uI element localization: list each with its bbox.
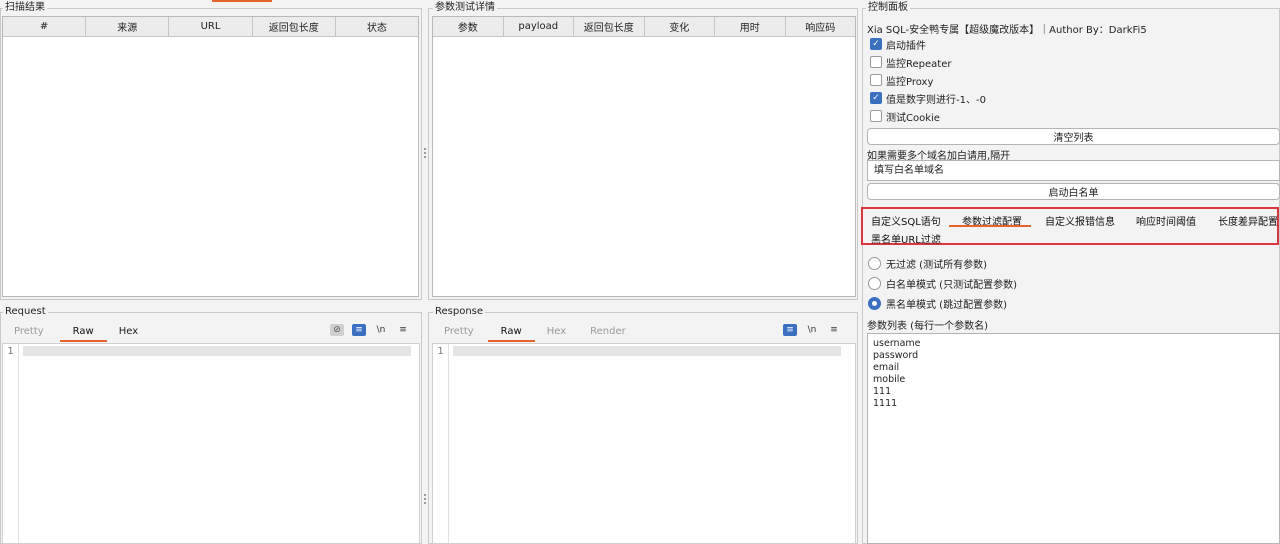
config-tab-url-blacklist[interactable]: 黑名单URL过滤 (871, 231, 941, 246)
checkbox-monitor-proxy[interactable]: 监控Proxy (870, 73, 934, 88)
vertical-splitter[interactable] (423, 8, 427, 544)
response-tabs: Pretty Raw Hex Render (432, 322, 638, 342)
control-panel-title: 控制面板 (866, 2, 910, 14)
column-header[interactable]: 响应码 (786, 17, 856, 36)
line-number: 1 (433, 344, 449, 543)
tab-pretty[interactable]: Pretty (2, 324, 56, 342)
param-details-header: 参数 payload 返回包长度 变化 用时 响应码 (433, 17, 855, 37)
param-line: email (873, 362, 900, 373)
radio-no-filter[interactable]: 无过滤 (测试所有参数) (868, 256, 987, 271)
checkbox-enable-plugin[interactable]: ✓ 启动插件 (870, 37, 926, 52)
scan-results-title: 扫描结果 (3, 2, 47, 14)
tab-pretty[interactable]: Pretty (432, 324, 486, 342)
radio-label: 白名单模式 (只测试配置参数) (886, 279, 1017, 291)
column-header[interactable]: 返回包长度 (253, 17, 336, 36)
whitelist-domain-input[interactable]: 填写白名单域名 (867, 160, 1280, 181)
column-header[interactable]: 返回包长度 (574, 17, 645, 36)
clear-list-button[interactable]: 清空列表 (867, 128, 1280, 145)
wrap-icon[interactable]: ≡ (352, 324, 366, 336)
response-title: Response (433, 306, 486, 318)
current-line-highlight (23, 346, 411, 356)
eye-off-icon[interactable]: ⊘ (330, 324, 344, 336)
checkbox-label: 监控Proxy (886, 76, 934, 88)
response-editor[interactable]: 1 (432, 343, 856, 544)
request-toolbar: ⊘ ≡ \n ≡ (330, 322, 410, 338)
checkbox-test-cookie[interactable]: 测试Cookie (870, 109, 940, 124)
checkbox-monitor-repeater[interactable]: 监控Repeater (870, 55, 952, 70)
column-header[interactable]: URL (169, 17, 253, 36)
scan-results-header: # 来源 URL 返回包长度 状态 (3, 17, 418, 37)
request-editor[interactable]: 1 (2, 343, 420, 544)
config-tab-response-time[interactable]: 响应时间阈值 (1136, 213, 1196, 228)
param-details-title: 参数测试详情 (433, 2, 497, 14)
column-header[interactable]: # (3, 17, 87, 36)
top-tab-indicator (212, 0, 272, 2)
checkbox-unchecked-icon[interactable] (870, 56, 882, 68)
checkbox-label: 测试Cookie (886, 112, 940, 124)
newline-icon[interactable]: \n (374, 324, 388, 336)
checkbox-unchecked-icon[interactable] (870, 110, 882, 122)
line-number: 1 (3, 344, 19, 543)
checkbox-checked-icon[interactable]: ✓ (870, 38, 882, 50)
radio-label: 无过滤 (测试所有参数) (886, 259, 987, 271)
active-tab-indicator (949, 225, 1031, 227)
tab-render[interactable]: Render (578, 324, 638, 342)
radio-label: 黑名单模式 (跳过配置参数) (886, 299, 1007, 311)
checkbox-label: 监控Repeater (886, 58, 952, 70)
param-details-table[interactable]: 参数 payload 返回包长度 变化 用时 响应码 (432, 16, 856, 297)
config-tab-custom-error[interactable]: 自定义报错信息 (1045, 213, 1115, 228)
newline-icon[interactable]: \n (805, 324, 819, 336)
tab-hex[interactable]: Hex (535, 324, 578, 342)
wrap-icon[interactable]: ≡ (783, 324, 797, 336)
enable-whitelist-button[interactable]: 启动白名单 (867, 183, 1280, 200)
tab-raw[interactable]: Raw (59, 324, 107, 342)
plugin-header: Xia SQL-安全鸭专属【超级魔改版本】｜Author By：DarkFi5 (867, 25, 1147, 36)
column-header[interactable]: 状态 (336, 17, 418, 36)
checkbox-unchecked-icon[interactable] (870, 74, 882, 86)
tab-raw[interactable]: Raw (487, 324, 535, 342)
radio-blacklist-mode[interactable]: 黑名单模式 (跳过配置参数) (868, 296, 1007, 311)
menu-icon[interactable]: ≡ (396, 324, 410, 336)
param-line: 1111 (873, 398, 898, 409)
current-line-highlight (453, 346, 841, 356)
request-title: Request (3, 306, 48, 318)
radio-whitelist-mode[interactable]: 白名单模式 (只测试配置参数) (868, 276, 1017, 291)
param-line: password (873, 350, 919, 361)
param-list-textarea[interactable]: username password email mobile 111 1111 (867, 333, 1280, 544)
radio-unselected-icon[interactable] (868, 256, 881, 270)
response-toolbar: ≡ \n ≡ (783, 322, 841, 338)
param-line: mobile (873, 374, 906, 385)
checkbox-label: 启动插件 (886, 40, 926, 52)
param-list-label: 参数列表 (每行一个参数名) (867, 321, 988, 332)
param-line: username (873, 338, 921, 349)
request-tabs: Pretty Raw Hex (2, 322, 150, 342)
checkbox-label: 值是数字则进行-1、-0 (886, 94, 986, 106)
radio-selected-icon[interactable] (868, 296, 881, 310)
column-header[interactable]: 变化 (645, 17, 715, 36)
param-line: 111 (873, 386, 892, 397)
menu-icon[interactable]: ≡ (827, 324, 841, 336)
config-tab-length-diff[interactable]: 长度差异配置 (1218, 213, 1278, 228)
column-header[interactable]: 参数 (433, 17, 504, 36)
radio-unselected-icon[interactable] (868, 276, 881, 290)
column-header[interactable]: 来源 (86, 17, 170, 36)
checkbox-checked-icon[interactable]: ✓ (870, 92, 882, 104)
tab-hex[interactable]: Hex (107, 324, 150, 342)
config-tab-custom-sql[interactable]: 自定义SQL语句 (871, 213, 941, 228)
checkbox-numeric-test[interactable]: ✓ 值是数字则进行-1、-0 (870, 91, 986, 106)
column-header[interactable]: 用时 (715, 17, 786, 36)
scan-results-table[interactable]: # 来源 URL 返回包长度 状态 (2, 16, 419, 297)
column-header[interactable]: payload (504, 17, 574, 36)
